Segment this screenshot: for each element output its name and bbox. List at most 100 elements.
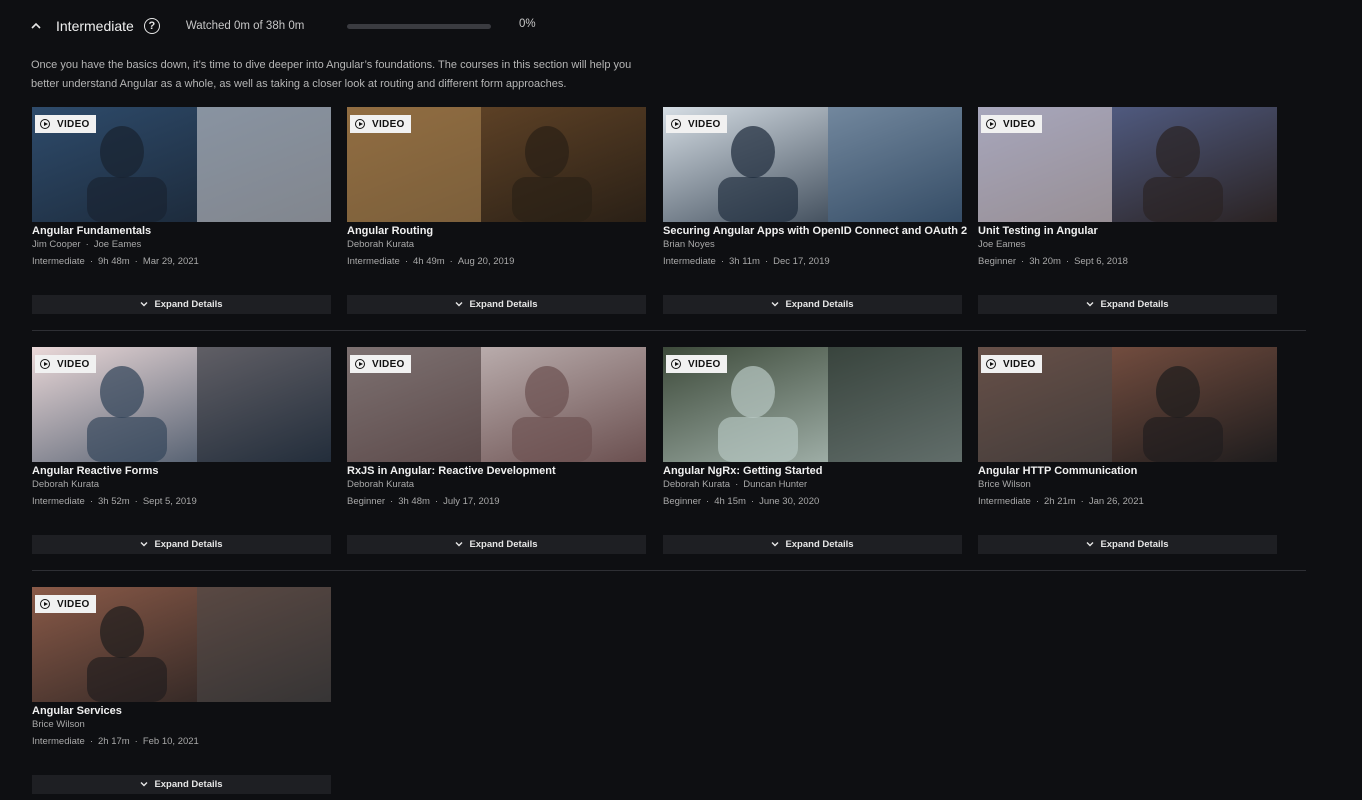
play-circle-icon xyxy=(671,119,681,129)
video-badge: VIDEO xyxy=(35,595,96,613)
course-authors: Joe Eames xyxy=(978,239,1277,250)
video-badge: VIDEO xyxy=(666,115,727,133)
expand-details-label: Expand Details xyxy=(785,539,854,550)
author-name[interactable]: Joe Eames xyxy=(94,239,142,250)
expand-details-button[interactable]: Expand Details xyxy=(663,535,962,554)
description-line: better understand Angular as a whole, as… xyxy=(31,78,567,90)
course-card[interactable]: VIDEO Angular Services Brice Wilson Interme… xyxy=(32,587,331,795)
course-date: Dec 17, 2019 xyxy=(773,256,830,267)
chevron-down-icon xyxy=(771,299,779,310)
course-thumbnail[interactable]: VIDEO xyxy=(663,107,962,222)
course-card[interactable]: VIDEO Angular HTTP Communication Brice Wil… xyxy=(978,347,1277,555)
play-circle-icon xyxy=(986,359,996,369)
course-thumbnail[interactable]: VIDEO xyxy=(978,347,1277,462)
course-card[interactable]: VIDEO Angular Reactive Forms Deborah Kurat… xyxy=(32,347,331,555)
section-title[interactable]: Intermediate xyxy=(56,18,134,34)
video-badge: VIDEO xyxy=(35,115,96,133)
course-duration: 3h 52m xyxy=(97,496,130,507)
course-thumbnail[interactable]: VIDEO xyxy=(347,107,646,222)
course-title[interactable]: Angular Routing xyxy=(347,225,646,237)
author-name[interactable]: Brice Wilson xyxy=(32,719,85,730)
course-level: Beginner xyxy=(978,256,1017,267)
badge-label: VIDEO xyxy=(372,358,405,370)
course-title[interactable]: Angular Fundamentals xyxy=(32,225,331,237)
course-title[interactable]: Securing Angular Apps with OpenID Connec… xyxy=(663,225,967,237)
course-meta: Intermediate · 2h 17m · Feb 10, 2021 xyxy=(32,736,331,747)
course-title[interactable]: RxJS in Angular: Reactive Development xyxy=(347,465,646,477)
video-badge: VIDEO xyxy=(981,355,1042,373)
expand-details-button[interactable]: Expand Details xyxy=(978,535,1277,554)
chevron-down-icon xyxy=(140,779,148,790)
play-circle-icon xyxy=(355,359,365,369)
course-thumbnail[interactable]: VIDEO xyxy=(663,347,962,462)
badge-label: VIDEO xyxy=(372,118,405,130)
course-title[interactable]: Unit Testing in Angular xyxy=(978,225,1277,237)
course-title[interactable]: Angular Services xyxy=(32,705,331,717)
author-name[interactable]: Jim Cooper xyxy=(32,239,81,250)
course-thumbnail[interactable]: VIDEO xyxy=(347,347,646,462)
expand-details-button[interactable]: Expand Details xyxy=(663,295,962,314)
row-divider xyxy=(32,570,1306,571)
expand-details-button[interactable]: Expand Details xyxy=(32,775,331,794)
author-name[interactable]: Joe Eames xyxy=(978,239,1026,250)
author-name[interactable]: Duncan Hunter xyxy=(743,479,807,490)
course-date: July 17, 2019 xyxy=(443,496,500,507)
course-card[interactable]: VIDEO Unit Testing in Angular Joe Eames Beg… xyxy=(978,107,1277,315)
expand-details-button[interactable]: Expand Details xyxy=(32,295,331,314)
course-title[interactable]: Angular Reactive Forms xyxy=(32,465,331,477)
separator-dot: · xyxy=(390,496,394,507)
course-meta: Beginner · 3h 20m · Sept 6, 2018 xyxy=(978,256,1277,267)
expand-details-label: Expand Details xyxy=(1100,299,1169,310)
video-badge: VIDEO xyxy=(350,115,411,133)
course-thumbnail[interactable]: VIDEO xyxy=(32,587,331,702)
description-line: Once you have the basics down, it’s time… xyxy=(31,59,632,71)
separator-dot: · xyxy=(134,496,138,507)
expand-details-label: Expand Details xyxy=(154,779,223,790)
course-duration: 4h 49m xyxy=(412,256,445,267)
expand-details-button[interactable]: Expand Details xyxy=(347,535,646,554)
course-card[interactable]: VIDEO Angular NgRx: Getting Started Debora… xyxy=(663,347,962,555)
course-thumbnail[interactable]: VIDEO xyxy=(32,107,331,222)
play-circle-icon xyxy=(40,119,50,129)
video-badge: VIDEO xyxy=(981,115,1042,133)
play-circle-icon xyxy=(986,119,996,129)
author-name[interactable]: Brian Noyes xyxy=(663,239,715,250)
chevron-up-icon[interactable] xyxy=(30,20,42,32)
course-card[interactable]: VIDEO Angular Fundamentals Jim Cooper · Joe … xyxy=(32,107,331,315)
chevron-down-icon xyxy=(140,299,148,310)
separator-dot: · xyxy=(434,496,439,507)
course-card[interactable]: VIDEO Angular Routing Deborah Kurata Interm… xyxy=(347,107,646,315)
question-circle-icon[interactable]: ? xyxy=(143,18,160,34)
author-name[interactable]: Deborah Kurata xyxy=(347,239,414,250)
course-duration: 3h 20m xyxy=(1029,256,1061,267)
separator-dot: · xyxy=(449,256,453,267)
expand-details-label: Expand Details xyxy=(154,539,223,550)
course-card[interactable]: VIDEO RxJS in Angular: Reactive Developme… xyxy=(347,347,646,555)
expand-details-button[interactable]: Expand Details xyxy=(347,295,646,314)
course-title[interactable]: Angular HTTP Communication xyxy=(978,465,1277,477)
separator-dot: · xyxy=(706,496,710,507)
video-badge: VIDEO xyxy=(350,355,411,373)
separator-dot: · xyxy=(89,256,93,267)
course-authors: Deborah Kurata xyxy=(32,479,331,490)
course-thumbnail[interactable]: VIDEO xyxy=(978,107,1277,222)
course-thumbnail[interactable]: VIDEO xyxy=(32,347,331,462)
course-meta: Intermediate · 4h 49m · Aug 20, 2019 xyxy=(347,256,646,267)
badge-label: VIDEO xyxy=(1003,358,1036,370)
video-badge: VIDEO xyxy=(35,355,96,373)
play-circle-icon xyxy=(671,359,681,369)
expand-details-button[interactable]: Expand Details xyxy=(32,535,331,554)
course-level: Beginner xyxy=(663,496,702,507)
course-date: Feb 10, 2021 xyxy=(142,736,199,747)
expand-details-button[interactable]: Expand Details xyxy=(978,295,1277,314)
course-title[interactable]: Angular NgRx: Getting Started xyxy=(663,465,962,477)
separator-dot: · xyxy=(85,239,89,250)
chevron-down-icon xyxy=(1086,539,1094,550)
course-level: Intermediate xyxy=(978,496,1031,507)
author-name[interactable]: Deborah Kurata xyxy=(347,479,414,490)
author-name[interactable]: Brice Wilson xyxy=(978,479,1031,490)
chevron-down-icon xyxy=(771,539,779,550)
author-name[interactable]: Deborah Kurata xyxy=(663,479,730,490)
author-name[interactable]: Deborah Kurata xyxy=(32,479,99,490)
course-card[interactable]: VIDEO Securing Angular Apps with OpenID C… xyxy=(663,107,967,315)
